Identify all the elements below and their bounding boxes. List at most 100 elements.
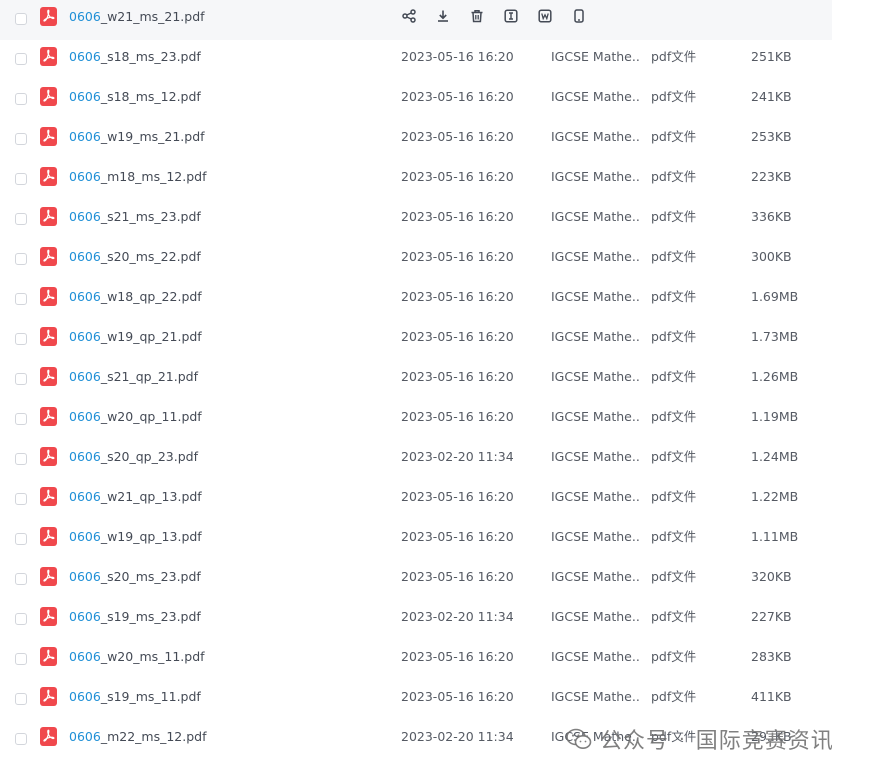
row-checkbox[interactable]	[15, 573, 27, 585]
row-checkbox[interactable]	[15, 333, 27, 345]
table-row[interactable]: 0606_w20_ms_11.pdf 2023-05-16 16:20 IGCSE …	[0, 640, 832, 680]
file-date: 2023-02-20 11:34	[401, 449, 514, 464]
row-checkbox[interactable]	[15, 13, 27, 25]
delete-icon[interactable]	[468, 7, 486, 25]
file-name-suffix: _s19_ms_23.pdf	[100, 609, 201, 624]
rename-icon[interactable]	[502, 7, 520, 25]
file-type: pdf文件	[651, 449, 697, 464]
file-name-prefix: 0606	[69, 89, 101, 104]
table-row[interactable]: 0606_s21_qp_21.pdf 2023-05-16 16:20 IGCSE …	[0, 360, 832, 400]
row-checkbox[interactable]	[15, 413, 27, 425]
row-checkbox[interactable]	[15, 253, 27, 265]
file-name-link[interactable]: 0606_s21_qp_21.pdf	[69, 360, 198, 400]
table-row[interactable]: 0606_s19_ms_23.pdf 2023-02-20 11:34 IGCSE …	[0, 600, 832, 640]
file-name-link[interactable]: 0606_s20_qp_23.pdf	[69, 440, 198, 480]
file-type: pdf文件	[651, 209, 697, 224]
file-date: 2023-05-16 16:20	[401, 329, 514, 344]
row-checkbox[interactable]	[15, 293, 27, 305]
file-size: 411KB	[751, 689, 792, 704]
file-size: 253KB	[751, 129, 792, 144]
file-type: pdf文件	[651, 369, 697, 384]
table-row[interactable]: 0606_m18_ms_12.pdf 2023-05-16 16:20 IGCSE …	[0, 160, 832, 200]
file-name-link[interactable]: 0606_w19_qp_21.pdf	[69, 320, 202, 360]
file-type: pdf文件	[651, 729, 697, 744]
file-name-suffix: _w19_ms_21.pdf	[100, 129, 205, 144]
file-name-link[interactable]: 0606_s20_ms_23.pdf	[69, 560, 201, 600]
table-row[interactable]: 0606_s20_ms_22.pdf 2023-05-16 16:20 IGCSE …	[0, 240, 832, 280]
file-size: 300KB	[751, 249, 792, 264]
table-row[interactable]: 0606_w21_qp_13.pdf 2023-05-16 16:20 IGCSE …	[0, 480, 832, 520]
file-name-prefix: 0606	[69, 49, 101, 64]
table-row[interactable]: 0606_w21_ms_21.pdf	[0, 0, 832, 40]
file-source: IGCSE Mathe...	[551, 369, 639, 384]
mobile-icon[interactable]	[570, 7, 588, 25]
file-name-link[interactable]: 0606_w20_ms_11.pdf	[69, 640, 205, 680]
file-name-link[interactable]: 0606_w19_qp_13.pdf	[69, 520, 202, 560]
table-row[interactable]: 0606_s20_qp_23.pdf 2023-02-20 11:34 IGCSE …	[0, 440, 832, 480]
file-name-link[interactable]: 0606_w21_ms_21.pdf	[69, 0, 205, 40]
pdf-file-icon	[40, 727, 57, 746]
row-checkbox[interactable]	[15, 533, 27, 545]
row-checkbox[interactable]	[15, 493, 27, 505]
row-checkbox[interactable]	[15, 133, 27, 145]
file-name-prefix: 0606	[69, 569, 101, 584]
pdf-file-icon	[40, 447, 57, 466]
row-checkbox[interactable]	[15, 173, 27, 185]
table-row[interactable]: 0606_w18_qp_22.pdf 2023-05-16 16:20 IGCSE …	[0, 280, 832, 320]
file-name-link[interactable]: 0606_w20_qp_11.pdf	[69, 400, 202, 440]
row-checkbox[interactable]	[15, 53, 27, 65]
file-name-prefix: 0606	[69, 649, 101, 664]
row-checkbox[interactable]	[15, 613, 27, 625]
file-type: pdf文件	[651, 89, 697, 104]
file-source: IGCSE Mathe...	[551, 449, 639, 464]
table-row[interactable]: 0606_m22_ms_12.pdf 2023-02-20 11:34 IGCSE …	[0, 720, 832, 760]
file-name-prefix: 0606	[69, 609, 101, 624]
pdf-file-icon	[40, 287, 57, 306]
table-row[interactable]: 0606_s18_ms_12.pdf 2023-05-16 16:20 IGCSE …	[0, 80, 832, 120]
file-name-link[interactable]: 0606_s18_ms_12.pdf	[69, 80, 201, 120]
table-row[interactable]: 0606_w19_qp_13.pdf 2023-05-16 16:20 IGCSE …	[0, 520, 832, 560]
file-name-link[interactable]: 0606_s21_ms_23.pdf	[69, 200, 201, 240]
file-name-link[interactable]: 0606_w21_qp_13.pdf	[69, 480, 202, 520]
file-name-link[interactable]: 0606_s19_ms_23.pdf	[69, 600, 201, 640]
file-name-link[interactable]: 0606_w18_qp_22.pdf	[69, 280, 202, 320]
table-row[interactable]: 0606_w19_ms_21.pdf 2023-05-16 16:20 IGCSE …	[0, 120, 832, 160]
file-name-link[interactable]: 0606_m18_ms_12.pdf	[69, 160, 206, 200]
row-checkbox[interactable]	[15, 453, 27, 465]
row-checkbox[interactable]	[15, 733, 27, 745]
file-source: IGCSE Mathe...	[551, 689, 639, 704]
pdf-file-icon	[40, 647, 57, 666]
file-size: 29..KB	[751, 729, 792, 744]
pdf-file-icon	[40, 7, 57, 26]
row-checkbox[interactable]	[15, 213, 27, 225]
table-row[interactable]: 0606_s18_ms_23.pdf 2023-05-16 16:20 IGCSE …	[0, 40, 832, 80]
table-row[interactable]: 0606_s19_ms_11.pdf 2023-05-16 16:20 IGCSE …	[0, 680, 832, 720]
file-size: 283KB	[751, 649, 792, 664]
file-name-link[interactable]: 0606_s20_ms_22.pdf	[69, 240, 201, 280]
pdf-file-icon	[40, 367, 57, 386]
file-type: pdf文件	[651, 609, 697, 624]
file-name-prefix: 0606	[69, 169, 101, 184]
row-checkbox[interactable]	[15, 653, 27, 665]
file-name-link[interactable]: 0606_s19_ms_11.pdf	[69, 680, 201, 720]
file-name-link[interactable]: 0606_m22_ms_12.pdf	[69, 720, 206, 760]
file-type: pdf文件	[651, 529, 697, 544]
file-size: 336KB	[751, 209, 792, 224]
table-row[interactable]: 0606_s21_ms_23.pdf 2023-05-16 16:20 IGCSE …	[0, 200, 832, 240]
row-checkbox[interactable]	[15, 373, 27, 385]
row-checkbox[interactable]	[15, 93, 27, 105]
download-icon[interactable]	[434, 7, 452, 25]
file-name-prefix: 0606	[69, 489, 101, 504]
file-type: pdf文件	[651, 689, 697, 704]
file-name-link[interactable]: 0606_w19_ms_21.pdf	[69, 120, 205, 160]
table-row[interactable]: 0606_s20_ms_23.pdf 2023-05-16 16:20 IGCSE …	[0, 560, 832, 600]
table-row[interactable]: 0606_w20_qp_11.pdf 2023-05-16 16:20 IGCSE …	[0, 400, 832, 440]
file-source: IGCSE Mathe...	[551, 289, 639, 304]
share-icon[interactable]	[400, 7, 418, 25]
convert-word-icon[interactable]	[536, 7, 554, 25]
row-checkbox[interactable]	[15, 693, 27, 705]
table-row[interactable]: 0606_w19_qp_21.pdf 2023-05-16 16:20 IGCSE …	[0, 320, 832, 360]
file-source: IGCSE Mathe...	[551, 649, 639, 664]
file-name-link[interactable]: 0606_s18_ms_23.pdf	[69, 40, 201, 80]
file-name-prefix: 0606	[69, 249, 101, 264]
